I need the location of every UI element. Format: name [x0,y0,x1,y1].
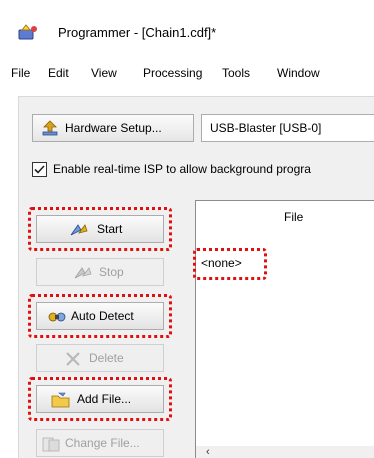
hardware-value: USB-Blaster [USB-0] [210,121,322,135]
menu-window[interactable]: Window [277,66,320,80]
stop-icon [74,267,92,279]
checkmark-icon [34,165,45,174]
add-file-label: Add File... [77,392,132,406]
toolbar-panel [18,96,374,197]
change-file-icon [42,437,60,452]
programmer-app-icon [18,24,37,40]
change-file-button[interactable]: Change File... [36,429,164,457]
stop-button[interactable]: Stop [36,258,164,286]
start-label: Start [97,222,123,236]
auto-detect-button[interactable]: Auto Detect [36,302,164,330]
delete-button[interactable]: Delete [36,344,164,372]
table-row[interactable]: <none> [201,256,242,270]
isp-checkbox-label: Enable real-time ISP to allow background… [53,162,311,176]
hardware-field[interactable]: USB-Blaster [USB-0] [201,114,374,142]
add-file-icon [51,392,70,408]
horizontal-scrollbar[interactable] [196,446,374,458]
isp-checkbox[interactable] [32,162,47,177]
device-table[interactable] [195,200,374,458]
scroll-left-icon[interactable]: ‹ [206,446,210,458]
change-file-label: Change File... [65,436,140,450]
menu-edit[interactable]: Edit [48,66,69,80]
window-title: Programmer - [Chain1.cdf]* [58,25,217,40]
menu-file[interactable]: File [11,66,30,80]
file-column-header[interactable]: File [284,210,303,224]
auto-detect-label: Auto Detect [71,309,134,323]
delete-icon [66,352,80,366]
hardware-setup-button[interactable]: Hardware Setup... [32,114,194,142]
auto-detect-icon [48,312,66,322]
add-file-button[interactable]: Add File... [36,385,164,413]
hardware-setup-label: Hardware Setup... [65,121,162,135]
hardware-setup-icon [42,120,58,136]
stop-label: Stop [99,265,124,279]
start-button[interactable]: Start [36,215,164,243]
menu-processing[interactable]: Processing [143,66,202,80]
menu-tools[interactable]: Tools [222,66,250,80]
start-icon [70,224,88,236]
delete-label: Delete [89,351,124,365]
menu-view[interactable]: View [91,66,117,80]
